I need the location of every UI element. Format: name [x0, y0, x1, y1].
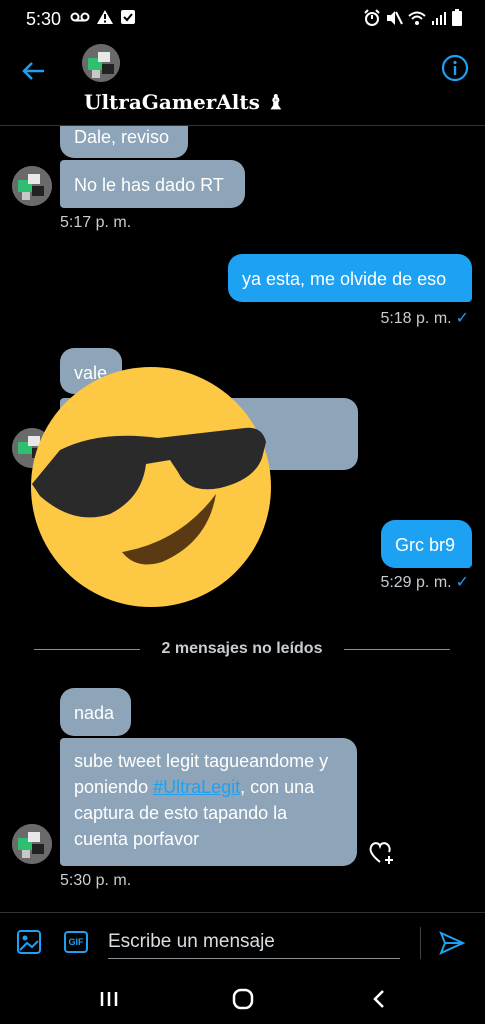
- info-icon[interactable]: [441, 54, 469, 82]
- incoming-message[interactable]: nada: [60, 688, 131, 736]
- message-composer: GIF: [0, 912, 485, 972]
- message-timestamp: 5:18 p. m. ✓: [380, 308, 469, 328]
- message-input[interactable]: [108, 925, 400, 959]
- gif-button[interactable]: GIF: [64, 931, 88, 953]
- timestamp-text: 5:29 p. m.: [380, 574, 452, 591]
- contact-avatar[interactable]: [82, 44, 120, 82]
- sender-avatar[interactable]: [12, 166, 52, 206]
- warning-icon: [97, 10, 113, 24]
- status-bar: 5:30: [0, 0, 485, 36]
- image-icon[interactable]: [16, 929, 42, 955]
- recent-apps-icon[interactable]: [96, 986, 122, 1012]
- incoming-message[interactable]: No le has dado RT: [60, 160, 245, 208]
- divider-line: [344, 649, 450, 650]
- unread-divider: 2 mensajes no leídos: [34, 638, 450, 662]
- message-timestamp: 5:30 p. m.: [60, 872, 132, 889]
- outgoing-message[interactable]: ya esta, me olvide de eso: [228, 254, 472, 302]
- home-icon[interactable]: [230, 986, 256, 1012]
- sender-avatar[interactable]: [12, 824, 52, 864]
- battery-icon: [452, 9, 462, 26]
- status-left-icons: [70, 9, 136, 25]
- heart-plus-icon[interactable]: [368, 840, 396, 866]
- back-nav-icon[interactable]: [366, 986, 392, 1012]
- message-timestamp: 5:17 p. m.: [60, 214, 132, 231]
- sunglasses-emoji: [31, 367, 271, 607]
- message-timestamp: 5:29 p. m. ✓: [380, 572, 469, 592]
- voicemail-icon: [70, 12, 90, 22]
- read-check-icon: ✓: [455, 310, 469, 327]
- signal-icon: [432, 12, 446, 25]
- timestamp-text: 5:18 p. m.: [380, 310, 452, 327]
- send-icon[interactable]: [438, 929, 466, 957]
- checkbox-icon: [121, 10, 135, 24]
- alarm-icon: [364, 9, 380, 26]
- back-arrow-icon[interactable]: [18, 56, 48, 86]
- status-time: 5:30: [26, 9, 62, 29]
- conversation-header: UltraGamerAlts ♝: [0, 36, 485, 126]
- composer-divider: [420, 927, 421, 959]
- hashtag-link[interactable]: #UltraLegit: [153, 777, 240, 797]
- incoming-message[interactable]: Dale, reviso: [60, 126, 188, 158]
- outgoing-message[interactable]: Grc br9: [381, 520, 472, 568]
- read-check-icon: ✓: [455, 574, 469, 591]
- status-right-icons: [363, 9, 463, 27]
- contact-name[interactable]: UltraGamerAlts ♝: [84, 90, 285, 114]
- mute-icon: [387, 11, 403, 25]
- incoming-message[interactable]: sube tweet legit tagueandome y poniendo …: [60, 738, 357, 866]
- system-nav-bar: [0, 972, 485, 1024]
- wifi-icon: [408, 11, 426, 25]
